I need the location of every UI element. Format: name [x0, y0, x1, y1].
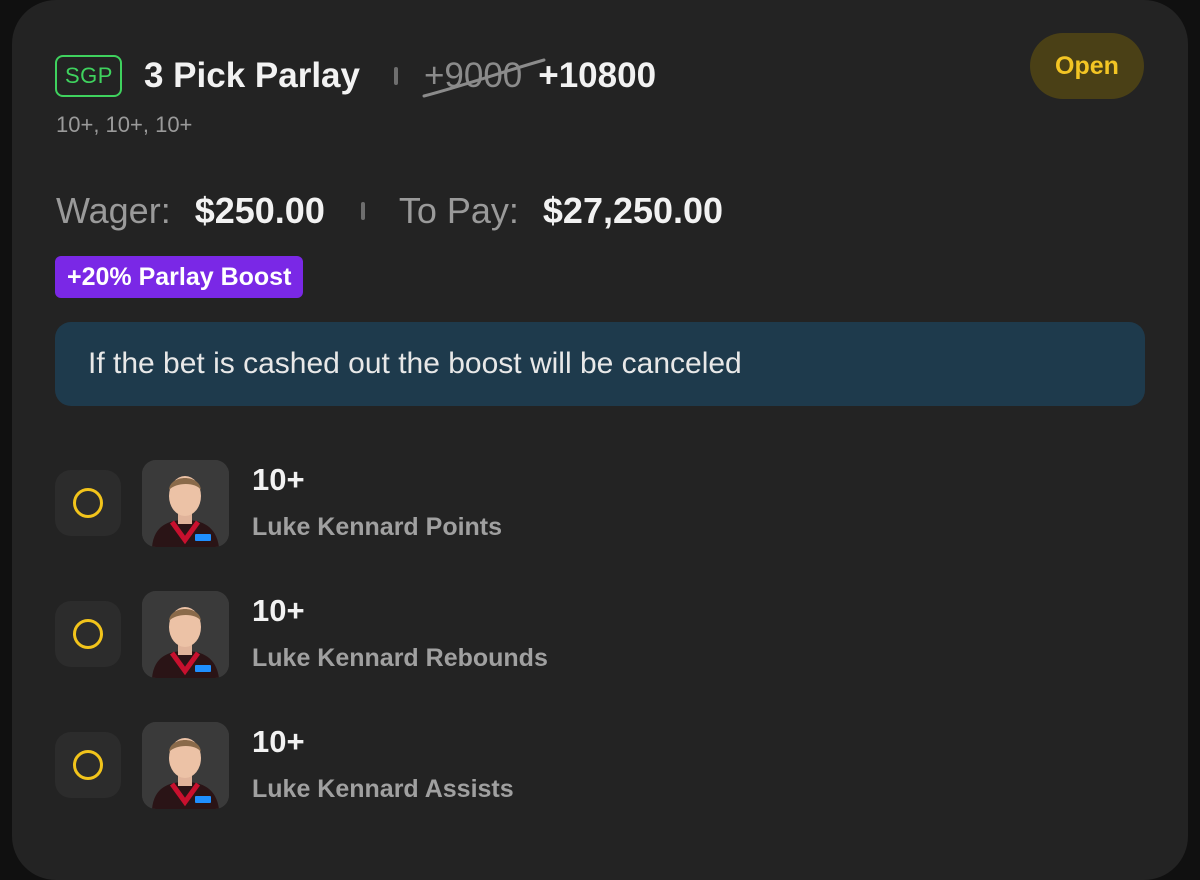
pick-description: Luke Kennard Rebounds — [252, 644, 548, 672]
player-avatar-icon — [142, 591, 229, 678]
pending-circle-icon — [73, 750, 103, 780]
legs-summary: 10+, 10+, 10+ — [56, 112, 193, 137]
pending-circle-icon — [73, 488, 103, 518]
pick-item[interactable]: 10+ Luke Kennard Points — [55, 460, 755, 550]
cashout-notice: If the bet is cashed out the boost will … — [55, 322, 1145, 406]
original-odds: +9000 — [422, 56, 546, 98]
divider — [393, 67, 398, 85]
notice-text: If the bet is cashed out the boost will … — [88, 347, 742, 380]
bet-header: SGP 3 Pick Parlay +9000 +10800 — [55, 54, 656, 98]
wager-row: Wager: $250.00 To Pay: $27,250.00 — [56, 188, 723, 234]
to-pay-label: To Pay: — [398, 190, 519, 231]
pick-line: 10+ — [252, 724, 305, 759]
pick-description: Luke Kennard Assists — [252, 775, 514, 803]
boosted-odds: +10800 — [538, 56, 657, 95]
pending-circle-icon — [73, 619, 103, 649]
player-headshot — [142, 460, 229, 547]
pick-status-indicator — [55, 732, 121, 798]
pick-line: 10+ — [252, 593, 305, 628]
divider — [360, 202, 365, 220]
wager-value: $250.00 — [194, 190, 325, 231]
strikethrough-line — [422, 58, 546, 98]
bet-title: 3 Pick Parlay — [143, 56, 360, 95]
player-headshot — [142, 722, 229, 809]
pick-status-indicator — [55, 470, 121, 536]
pick-line: 10+ — [252, 462, 305, 497]
parlay-boost-badge: +20% Parlay Boost — [55, 256, 304, 298]
bet-card[interactable]: SGP 3 Pick Parlay +9000 +10800 10+, 10+,… — [12, 0, 1188, 880]
status-badge: Open — [1030, 33, 1144, 99]
player-avatar-icon — [142, 460, 229, 547]
player-avatar-icon — [142, 722, 229, 809]
sgp-badge: SGP — [55, 55, 122, 97]
pick-item[interactable]: 10+ Luke Kennard Assists — [55, 722, 755, 812]
player-headshot — [142, 591, 229, 678]
wager-label: Wager: — [56, 190, 171, 231]
pick-item[interactable]: 10+ Luke Kennard Rebounds — [55, 591, 755, 681]
pick-description: Luke Kennard Points — [252, 513, 503, 541]
pick-status-indicator — [55, 601, 121, 667]
to-pay-value: $27,250.00 — [542, 190, 724, 231]
